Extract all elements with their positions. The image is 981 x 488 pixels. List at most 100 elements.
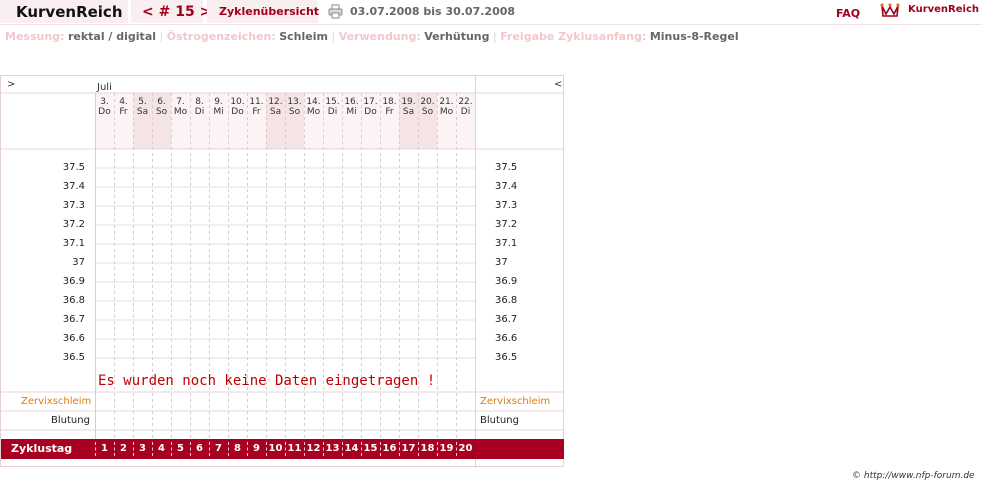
cycle-day-number: 1 — [101, 443, 108, 454]
weekday-label: Mo — [439, 107, 454, 117]
cycle-day-divider — [323, 442, 324, 456]
no-data-message: Es wurden noch keine Daten eingetragen ! — [98, 373, 436, 389]
month-label: Juli — [97, 82, 112, 93]
cycle-day-divider — [247, 442, 248, 456]
release-rule-value: Minus-8-Regel — [649, 30, 739, 43]
bleeding-label-right: Blutung — [480, 415, 519, 426]
cycle-day-number: 11 — [287, 443, 302, 454]
day-number: 8. — [195, 97, 204, 107]
day-number: 19. — [401, 97, 416, 107]
cycle-day-number: 20 — [458, 443, 473, 454]
weekday-label: Do — [364, 107, 377, 117]
logo-tab: KurvenReich — [0, 0, 128, 23]
cycle-day-number: 3 — [139, 443, 146, 454]
cycle-chart: > < Juli 3. Do 4. Fr 5. Sa 6. So 7. Mo 8. Di 9. Mi 10.… — [0, 75, 564, 468]
separator: | — [331, 30, 336, 43]
cervical-mucus-label-right: Zervixschleim — [480, 396, 551, 407]
weekday-label: Sa — [269, 107, 282, 117]
cycle-day-divider — [266, 442, 267, 456]
weekday-label: Mi — [346, 107, 357, 117]
temperature-tick-left: 36.5 — [62, 352, 85, 363]
temperature-tick-right: 37.2 — [495, 219, 518, 230]
measurement-label: Messung: — [5, 30, 65, 43]
day-number: 12. — [268, 97, 283, 107]
cycle-day-number: 7 — [215, 443, 222, 454]
day-number: 9. — [214, 97, 223, 107]
temperature-tick-right: 37.1 — [495, 238, 518, 249]
cycle-day-divider — [209, 442, 210, 456]
cycle-day-number: 6 — [196, 443, 203, 454]
temperature-tick-left: 36.7 — [62, 314, 85, 325]
cycle-navigation[interactable]: < # 15 > — [142, 0, 211, 24]
cycle-overview-link[interactable]: Zyklenübersicht — [219, 0, 319, 24]
crown-icon — [880, 3, 900, 17]
weekday-label: Do — [231, 107, 244, 117]
cycle-day-divider — [95, 442, 96, 456]
temperature-tick-right: 36.6 — [495, 333, 518, 344]
day-number: 20. — [420, 97, 435, 107]
temperature-tick-right: 37.4 — [495, 181, 518, 192]
cycle-day-divider — [361, 442, 362, 456]
weekday-label: Sa — [402, 107, 415, 117]
cycle-day-divider — [437, 442, 438, 456]
day-number: 5. — [138, 97, 147, 107]
temperature-tick-right: 36.5 — [495, 352, 518, 363]
temperature-tick-left: 36.6 — [62, 333, 85, 344]
printer-icon[interactable] — [328, 4, 343, 19]
separator: | — [493, 30, 497, 43]
day-number: 6. — [157, 97, 166, 107]
separator: | — [159, 30, 164, 43]
cycle-day-divider — [171, 442, 172, 456]
weekday-label: Do — [98, 107, 111, 117]
day-number: 7. — [176, 97, 185, 107]
temperature-tick-left: 37 — [72, 257, 85, 268]
previous-arrow[interactable]: > — [7, 78, 15, 91]
next-arrow[interactable]: < — [554, 78, 562, 91]
cycle-day-divider — [285, 442, 286, 456]
weekday-label: Sa — [136, 107, 149, 117]
cycle-day-divider — [114, 442, 115, 456]
day-number: 3. — [100, 97, 109, 107]
weekday-label: Fr — [119, 107, 128, 117]
day-number: 13. — [287, 97, 302, 107]
app-logo[interactable]: KurvenReich — [16, 0, 123, 25]
cycle-navigation-tab: < # 15 > — [131, 0, 211, 23]
weekday-label: Mo — [306, 107, 321, 117]
day-number: 16. — [344, 97, 359, 107]
temperature-tick-right: 36.7 — [495, 314, 518, 325]
day-number: 4. — [119, 97, 128, 107]
temperature-tick-left: 36.9 — [62, 276, 85, 287]
weekday-label: So — [155, 107, 168, 117]
top-bar: KurvenReich < # 15 > Zyklenübersicht 03.… — [0, 0, 981, 25]
temperature-tick-right: 37.3 — [495, 200, 518, 211]
day-number: 15. — [325, 97, 340, 107]
cycle-day-divider — [399, 442, 400, 456]
weekday-label: Mo — [173, 107, 188, 117]
cycle-day-divider — [152, 442, 153, 456]
cycle-day-divider — [418, 442, 419, 456]
estrogen-sign-label: Östrogenzeichen: — [166, 30, 276, 43]
temperature-tick-right: 37.5 — [495, 162, 518, 173]
usage-value: Verhütung — [424, 30, 490, 43]
estrogen-sign-value: Schleim — [279, 30, 328, 43]
faq-link[interactable]: FAQ — [836, 2, 860, 26]
cycle-day-number: 15 — [363, 443, 378, 454]
chart-grid — [1, 76, 564, 468]
cycle-day-number: 4 — [158, 443, 165, 454]
measurement-value: rektal / digital — [67, 30, 157, 43]
cycle-day-number: 5 — [177, 443, 184, 454]
cycle-day-divider — [228, 442, 229, 456]
weekday-label: Fr — [385, 107, 394, 117]
overview-tab: Zyklenübersicht — [207, 0, 319, 24]
brand-name[interactable]: KurvenReich — [908, 0, 979, 20]
cycle-day-number: 10 — [268, 443, 283, 454]
temperature-tick-left: 37.4 — [62, 181, 85, 192]
cycle-day-divider — [304, 442, 305, 456]
cycle-day-bar: Zyklustag 1 2 3 4 5 6 7 8 9 10 11 12 13 14 15 16 17 18 19 2… — [1, 439, 564, 459]
day-number: 21. — [439, 97, 454, 107]
cycle-day-number: 14 — [344, 443, 359, 454]
usage-label: Verwendung: — [338, 30, 421, 43]
cycle-day-number: 17 — [401, 443, 416, 454]
cycle-day-divider — [380, 442, 381, 456]
cervical-mucus-label: Zervixschleim — [21, 396, 92, 407]
